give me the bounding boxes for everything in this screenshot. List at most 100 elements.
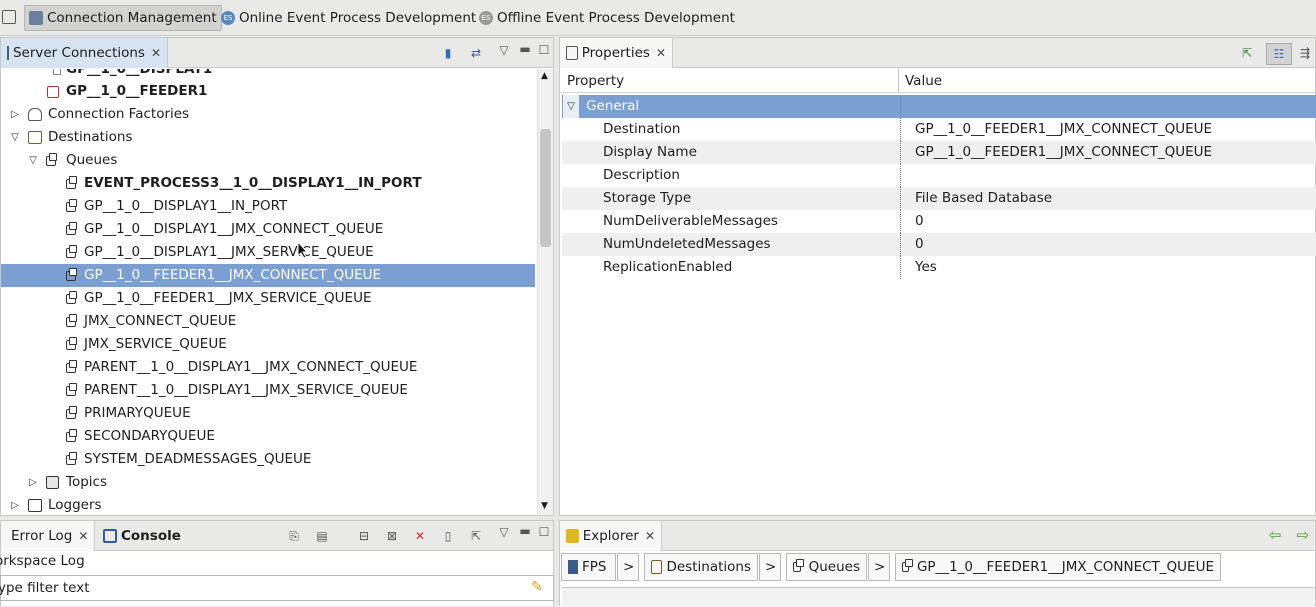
property-value: 0 <box>915 213 924 229</box>
tree-node[interactable]: ▷ Topics <box>1 471 535 494</box>
categories-toggle-icon[interactable]: ☷ <box>1266 43 1292 65</box>
back-icon[interactable]: ⇦ <box>1266 526 1284 544</box>
database-icon[interactable]: ▮ <box>439 44 457 62</box>
scroll-thumb[interactable] <box>540 129 551 247</box>
filter-input[interactable]: ype filter text ✎ <box>0 575 554 601</box>
tree-node[interactable]: EVENT_PROCESS3__1_0__DISPLAY1__IN_PORT <box>1 172 535 195</box>
collapse-icon[interactable]: ▽ <box>9 126 21 149</box>
crumb-fps[interactable]: FPS <box>561 553 616 581</box>
open-perspective-icon[interactable] <box>2 10 16 24</box>
maximize-icon[interactable]: ☐ <box>535 41 553 59</box>
export-log-icon[interactable]: ⎘ <box>285 527 303 545</box>
property-row[interactable]: NumDeliverableMessages 0 <box>562 210 1316 233</box>
open-log-icon[interactable]: ▯ <box>439 527 457 545</box>
separator-label: > <box>623 559 635 575</box>
tree-node-label: GP__1_0__DISPLAY1__IN_PORT <box>84 198 288 214</box>
queue-icon <box>902 559 913 572</box>
close-icon[interactable]: ✕ <box>78 529 88 543</box>
tab-properties[interactable]: Properties ✕ <box>559 38 673 68</box>
crumb-current-queue[interactable]: GP__1_0__FEEDER1__JMX_CONNECT_QUEUE <box>895 553 1221 581</box>
delete-log-icon[interactable]: ⊠ <box>383 527 401 545</box>
console-icon <box>103 529 117 543</box>
tree-node[interactable]: PRIMARYQUEUE <box>1 402 535 425</box>
tab-error-log[interactable]: Error Log ✕ <box>0 521 95 551</box>
import-log-icon[interactable]: ▤ <box>313 527 331 545</box>
tree-node[interactable]: GP__1_0__FEEDER1 <box>1 80 535 103</box>
column-property[interactable]: Property <box>567 73 624 89</box>
crumb-separator[interactable]: > <box>617 553 639 581</box>
server-icon <box>7 46 9 60</box>
property-group-general[interactable]: ▽ General <box>562 95 1316 118</box>
tree-node-label: JMX_CONNECT_QUEUE <box>84 313 237 329</box>
crumb-label: Queues <box>808 559 860 575</box>
tree-node[interactable]: PARENT__1_0__DISPLAY1__JMX_CONNECT_QUEUE <box>1 356 535 379</box>
tree-node[interactable]: PARENT__1_0__DISPLAY1__JMX_SERVICE_QUEUE <box>1 379 535 402</box>
property-row[interactable]: Description <box>562 164 1316 187</box>
crumb-queues[interactable]: Queues <box>786 553 867 581</box>
tree-node[interactable]: GP__1_0__DISPLAY1__IN_PORT <box>1 195 535 218</box>
minimize-icon[interactable]: ▬ <box>516 40 534 58</box>
crumb-separator[interactable]: > <box>759 553 781 581</box>
tab-server-connections[interactable]: Server Connections ✕ <box>0 38 168 68</box>
property-row[interactable]: Destination GP__1_0__FEEDER1__JMX_CONNEC… <box>562 118 1316 141</box>
maximize-icon[interactable]: ☐ <box>535 523 553 541</box>
property-row[interactable]: Display Name GP__1_0__FEEDER1__JMX_CONNE… <box>562 141 1316 164</box>
tree-node[interactable]: JMX_SERVICE_QUEUE <box>1 333 535 356</box>
perspective-connection-management[interactable]: Connection Management <box>24 5 222 31</box>
pin-icon[interactable]: ⇱ <box>1238 44 1256 62</box>
workspace-log-label: orkspace Log <box>0 553 85 569</box>
queue-icon <box>66 337 77 350</box>
tree-node-selected[interactable]: GP__1_0__FEEDER1__JMX_CONNECT_QUEUE <box>1 264 535 287</box>
forward-icon[interactable]: ⇨ <box>1294 526 1312 544</box>
view-menu-icon[interactable]: ▽ <box>495 523 513 541</box>
remove-icon[interactable]: ✕ <box>411 527 429 545</box>
tree-scrollbar[interactable]: ▲ ▼ <box>537 69 553 515</box>
tree-node[interactable]: JMX_CONNECT_QUEUE <box>1 310 535 333</box>
close-icon[interactable]: ✕ <box>656 46 666 60</box>
tree-node-label: Topics <box>66 474 107 490</box>
tree-node-label: GP__1_0__DISPLAY1__JMX_CONNECT_QUEUE <box>84 221 384 237</box>
tree-node[interactable]: SYSTEM_DEADMESSAGES_QUEUE <box>1 448 535 471</box>
crumb-destinations[interactable]: Destinations <box>644 553 758 581</box>
tree-node[interactable]: ▽ Destinations <box>1 126 535 149</box>
expand-icon[interactable]: ▷ <box>27 471 39 494</box>
collapse-icon[interactable]: ▽ <box>563 95 579 118</box>
tab-console[interactable]: Console <box>97 521 187 551</box>
column-value[interactable]: Value <box>905 73 942 89</box>
tree-node[interactable]: ▷ Connection Factories <box>1 103 535 126</box>
tab-explorer[interactable]: Explorer ✕ <box>559 521 662 551</box>
close-icon[interactable]: ✕ <box>151 46 161 60</box>
collapse-icon[interactable]: ▽ <box>27 149 39 172</box>
crumb-label: GP__1_0__FEEDER1__JMX_CONNECT_QUEUE <box>916 559 1214 575</box>
perspective-offline-event[interactable]: ES Offline Event Process Development <box>475 5 739 31</box>
tree-node[interactable]: ▽ Queues <box>1 149 535 172</box>
property-row[interactable]: ReplicationEnabled Yes <box>562 256 1316 279</box>
advanced-icon[interactable]: ⇶ <box>1296 44 1314 62</box>
view-tab-bar: Error Log ✕ Console ⎘ ▤ ⊟ ⊠ ✕ ▯ ⇱ ▽ ▬ ☐ <box>0 521 553 551</box>
tree-node-label: SYSTEM_DEADMESSAGES_QUEUE <box>84 451 312 467</box>
tree-node[interactable]: GP__1_0__DISPLAY1__JMX_SERVICE_QUEUE <box>1 241 535 264</box>
tree-node-label: EVENT_PROCESS3__1_0__DISPLAY1__IN_PORT <box>84 175 422 191</box>
property-row[interactable]: Storage Type File Based Database <box>562 187 1316 210</box>
close-icon[interactable]: ✕ <box>645 529 655 543</box>
tree-node[interactable]: GP__1_0__FEEDER1__JMX_SERVICE_QUEUE <box>1 287 535 310</box>
minimize-icon[interactable]: ▬ <box>516 522 534 540</box>
tree-node-label: GP__1_0__DISPLAY1__JMX_SERVICE_QUEUE <box>84 244 374 260</box>
column-divider <box>900 118 901 141</box>
expand-icon[interactable]: ▷ <box>9 103 21 126</box>
link-with-editor-icon[interactable]: ⇄ <box>467 44 485 62</box>
scroll-down-icon[interactable]: ▼ <box>541 501 548 511</box>
view-menu-icon[interactable]: ▽ <box>495 41 513 59</box>
tree-node[interactable]: GP__1_0__DISPLAY1__JMX_CONNECT_QUEUE <box>1 218 535 241</box>
tree-node[interactable]: ▷ Loggers <box>1 494 535 515</box>
property-row[interactable]: NumUndeletedMessages 0 <box>562 233 1316 256</box>
restore-log-icon[interactable]: ⇱ <box>467 527 485 545</box>
crumb-separator[interactable]: > <box>868 553 890 581</box>
clear-log-icon[interactable]: ⊟ <box>355 527 373 545</box>
filter-placeholder: ype filter text <box>0 580 90 596</box>
perspective-online-event[interactable]: ES Online Event Process Development <box>217 5 480 31</box>
scroll-up-icon[interactable]: ▲ <box>541 71 548 81</box>
tree-node[interactable]: SECONDARYQUEUE <box>1 425 535 448</box>
clear-filter-icon[interactable]: ✎ <box>531 579 543 595</box>
expand-icon[interactable]: ▷ <box>9 494 21 515</box>
